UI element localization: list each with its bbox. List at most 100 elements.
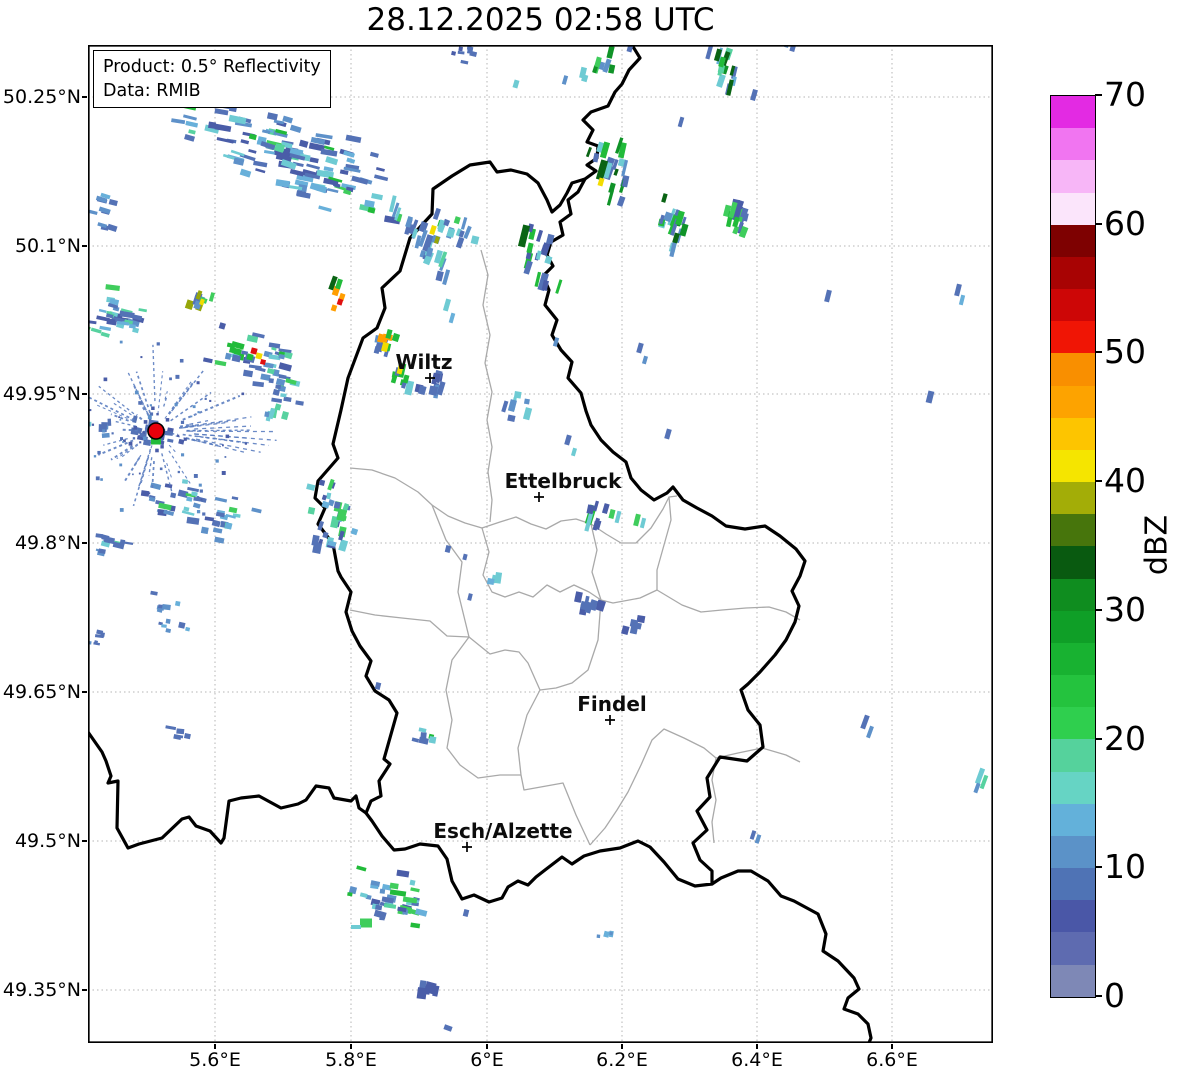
country-border [88,730,368,850]
echo-cell-explicit [512,79,520,89]
clutter-dot [170,431,173,435]
clutter-dot [142,436,147,441]
echo-cell [507,399,518,412]
echo-cell [216,136,234,144]
echo-cell [629,619,639,628]
colorbar-segment [1051,256,1095,290]
colorbar-segment [1051,514,1095,547]
echo-cell [374,174,389,182]
echo-cell [306,483,316,491]
y-tick-mark [82,840,87,842]
echo-cell-explicit [754,834,762,844]
echo-cell [418,727,427,733]
echo-cell [264,411,270,418]
clutter-dot [196,496,200,499]
echo-cell [522,407,533,421]
clutter-dot [100,478,103,481]
echo-cell [601,503,610,515]
echo-cell [281,410,289,421]
echo-cell-explicit [561,75,569,85]
clutter-dot [192,405,196,409]
echo-cell [248,148,257,154]
district-border [431,504,521,779]
echo-cell [107,418,112,426]
colorbar-tick-label: 50 [1104,332,1146,372]
colorbar-segment [1051,96,1095,129]
echo-cell [100,331,110,338]
echo-cell [88,209,98,216]
clutter-dot [174,403,178,407]
clutter-dot [241,392,245,396]
x-tick-mark [486,1044,488,1049]
clutter-dot [118,416,121,419]
clutter-dot [149,404,152,407]
echo-cell [410,887,420,893]
echo-cell [416,987,428,1000]
echo-cell [414,908,428,917]
clutter-dot [193,474,198,478]
colorbar-segment [1051,546,1095,579]
echo-cell [186,516,200,525]
clutter-dot [209,399,212,402]
echo-cell-explicit [448,312,456,324]
clutter-dot [199,489,203,493]
echo-cell [356,865,367,872]
colorbar-tick-label: 60 [1104,203,1146,243]
echo-cell [239,168,252,178]
echo-cell [350,527,359,536]
clutter-spoke [168,444,177,453]
echo-cell-explicit [462,553,468,561]
echo-cell [204,516,215,522]
echo-cell [458,46,463,52]
colorbar-tick-mark [1095,866,1102,869]
echo-cell [298,139,309,148]
colorbar-segment [1051,707,1095,740]
clutter-dot [138,401,142,405]
echo-cell-explicit [526,242,534,254]
y-tick-label: 50.25°N [2,86,81,108]
city-label: Ettelbruck [505,469,622,493]
city-label: Findel [577,692,647,716]
echo-cell [351,175,369,185]
colorbar [1050,95,1096,998]
echo-cell [150,590,158,596]
echo-cell-explicit [443,1024,453,1032]
echo-cell [457,50,465,55]
echo-cell [182,114,197,121]
echo-cell-explicit [608,182,616,194]
echo-cell [178,621,186,629]
clutter-dot [119,463,123,467]
echo-cell [371,192,383,201]
echo-cell [268,378,274,384]
echo-cell-explicit [374,681,382,691]
echo-cell [252,381,265,388]
data-source-line: Data: RMIB [103,81,201,102]
district-border [539,599,602,691]
city-label: Wiltz [396,350,453,374]
echo-cell [307,506,316,515]
echo-cell-explicit [639,517,647,529]
echo-cell [469,50,478,58]
clutter-dot [155,448,159,453]
x-tick-mark [350,1044,352,1049]
echo-cell [379,912,386,921]
echo-cell [263,149,275,155]
clutter-spoke [120,428,138,432]
echo-cell-explicit [517,224,531,248]
map-content: Wiltz Ettelbruck Findel Esch/Alzette [88,45,993,1043]
clutter-spoke [152,344,156,402]
y-tick-mark [82,691,87,693]
echo-cell [106,223,118,232]
echo-cell-explicit [677,116,685,128]
echo-cell-explicit [444,544,452,554]
y-tick-mark [82,542,87,544]
echo-cell-explicit [330,304,338,312]
echo-cell [318,205,332,213]
colorbar-segment [1051,224,1095,257]
echo-cell [451,50,457,56]
clutter-dot [159,467,163,471]
echo-cell [494,571,503,584]
echo-cell [278,362,293,372]
echo-cell [266,112,278,121]
echo-cell [396,869,410,878]
